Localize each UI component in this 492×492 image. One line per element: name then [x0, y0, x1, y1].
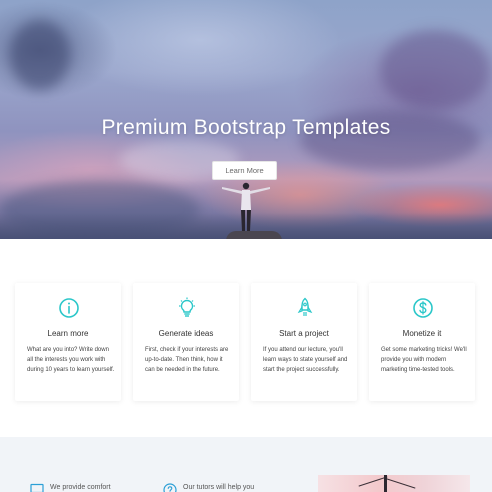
cloud-decoration	[10, 20, 70, 90]
benefit-item: We provide comfort	[30, 483, 111, 492]
feature-text: What are you into? Write down all the in…	[27, 347, 115, 373]
dollar-icon	[413, 298, 433, 318]
feature-card-monetize: Monetize it Get some marketing tricks! W…	[369, 283, 475, 401]
benefit-item: Our tutors will help you	[163, 483, 254, 492]
cloud-decoration	[380, 30, 490, 110]
feature-text: First, check if your interests are up-to…	[145, 347, 229, 373]
feature-text: If you attend our lecture, you'll learn …	[263, 347, 348, 373]
feature-card-learn-more: Learn more What are you into? Write down…	[15, 283, 121, 401]
feature-title: Monetize it	[402, 329, 442, 338]
help-icon	[163, 483, 177, 492]
feature-text: Get some marketing tricks! We'll provide…	[381, 347, 467, 373]
hero-title: Premium Bootstrap Templates	[101, 116, 391, 139]
benefits-image	[318, 475, 470, 492]
feature-title: Generate ideas	[158, 329, 214, 338]
feature-card-generate-ideas: Generate ideas First, check if your inte…	[133, 283, 239, 401]
feature-title: Start a project	[279, 329, 329, 338]
rocket-icon	[297, 297, 313, 316]
lightbulb-icon	[179, 297, 195, 317]
benefits-section: We provide comfort Our tutors will help …	[0, 437, 492, 492]
benefit-text: We provide comfort	[50, 484, 111, 491]
info-icon	[59, 298, 79, 318]
benefit-text: Our tutors will help you	[183, 484, 255, 491]
features-section: Learn more What are you into? Write down…	[0, 239, 492, 437]
feature-title: Learn more	[47, 329, 89, 338]
hero-section: Premium Bootstrap Templates Learn More	[0, 0, 492, 239]
monitor-icon	[30, 483, 44, 492]
rock	[226, 231, 282, 239]
learn-more-button[interactable]: Learn More	[212, 161, 277, 180]
person-silhouette	[222, 182, 270, 231]
feature-card-start-project: Start a project If you attend our lectur…	[251, 283, 357, 401]
